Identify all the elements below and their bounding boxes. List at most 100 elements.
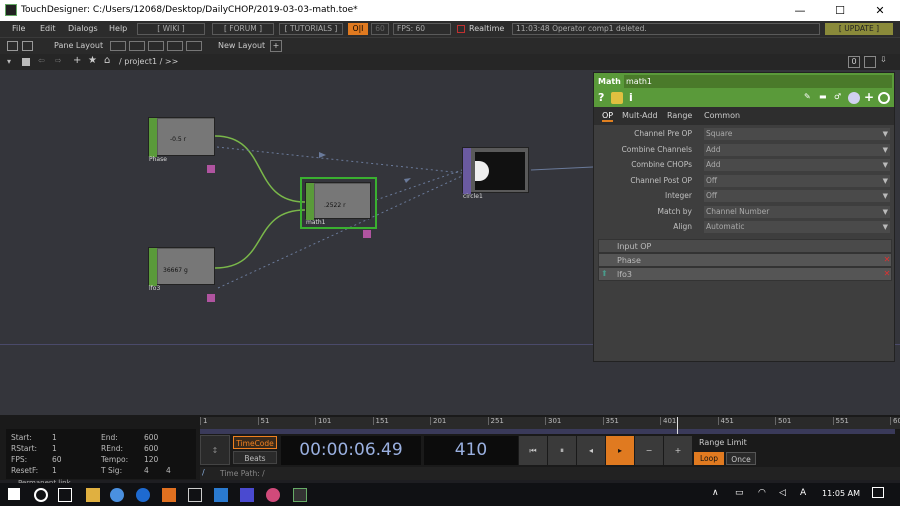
time-display[interactable]: 00:00:06.49 — [281, 436, 421, 465]
start-value[interactable]: 1 — [52, 433, 57, 442]
once-button[interactable]: Once — [726, 452, 756, 465]
pane-menu-icon[interactable]: ⇩ — [880, 55, 887, 64]
param-dropdown[interactable]: Channel Number ▼ — [704, 205, 890, 218]
app-icon[interactable] — [136, 488, 150, 502]
network-path[interactable]: / project1 / >> — [119, 57, 178, 66]
layout-quad-icon[interactable] — [167, 41, 183, 51]
qt-icon[interactable] — [240, 488, 254, 502]
pause-button[interactable]: ⏸ — [548, 436, 576, 465]
clock[interactable]: 11:05 AM — [822, 489, 860, 498]
playhead[interactable] — [677, 417, 678, 434]
stop-icon[interactable] — [22, 58, 30, 66]
timeline-range-bar[interactable] — [200, 429, 895, 434]
menu-edit[interactable]: Edit — [40, 24, 56, 33]
target-icon[interactable] — [878, 92, 890, 104]
add-param-icon[interactable]: + — [864, 90, 874, 104]
windows-start-icon[interactable] — [8, 488, 20, 500]
touchdesigner-taskbar-icon[interactable] — [293, 488, 307, 502]
rewind-button[interactable]: ⏮ — [519, 436, 547, 465]
math1-viewer-flag[interactable] — [363, 230, 371, 238]
task-view-icon[interactable] — [58, 488, 72, 502]
loop-button[interactable]: Loop — [694, 452, 724, 465]
home-icon[interactable]: ⌂ — [104, 55, 110, 66]
fps-value[interactable]: 60 — [52, 455, 62, 464]
tab-range[interactable]: Range — [667, 111, 692, 120]
fps-target-field[interactable]: 60 — [371, 23, 389, 35]
star-icon[interactable]: ★ — [88, 55, 97, 66]
tsig-numerator[interactable]: 4 — [144, 466, 149, 475]
file-explorer-icon[interactable] — [86, 488, 100, 502]
edit-icon[interactable]: ✎ — [804, 92, 811, 101]
beats-button[interactable]: Beats — [233, 451, 277, 464]
zero-button[interactable]: 0 — [848, 56, 860, 68]
vscode-icon[interactable] — [214, 488, 228, 502]
frame-display[interactable]: 410 — [424, 436, 518, 465]
input-op-lfo3[interactable]: lfo3 — [617, 270, 632, 279]
help-icon[interactable]: ? — [598, 91, 604, 104]
phase-viewer-flag[interactable] — [207, 165, 215, 173]
step-back-button[interactable]: − — [635, 436, 663, 465]
back-icon[interactable]: ⇦ — [38, 56, 45, 65]
tray-chevron-icon[interactable]: ∧ — [712, 488, 719, 498]
tab-op[interactable]: OP — [602, 111, 614, 122]
drag-up-icon[interactable]: ⬆ — [601, 269, 608, 278]
step-forward-button[interactable]: + — [664, 436, 692, 465]
play-forward-button[interactable]: ▸ — [606, 436, 634, 465]
pane-icon[interactable] — [7, 41, 18, 51]
add-icon[interactable]: + — [73, 55, 81, 66]
remove-phase-icon[interactable]: ✕ — [882, 255, 892, 266]
layout-split-v-icon[interactable] — [148, 41, 164, 51]
input-op-phase[interactable]: Phase — [617, 256, 641, 265]
param-dropdown[interactable]: Square ▼ — [704, 128, 890, 140]
tag-icon[interactable]: ♂ — [834, 92, 841, 101]
tab-common[interactable]: Common — [704, 111, 740, 120]
math1-node[interactable]: .2522 r — [305, 182, 371, 220]
language-tray-icon[interactable]: A — [800, 488, 806, 498]
forum-button[interactable]: [ FORUM ] — [212, 23, 274, 35]
remove-lfo3-icon[interactable]: ✕ — [882, 269, 892, 280]
lfo3-node[interactable]: 36667 g — [148, 247, 215, 286]
realtime-checkbox[interactable] — [457, 25, 465, 33]
layout-split-h-icon[interactable] — [129, 41, 145, 51]
tutorials-button[interactable]: [ TUTORIALS ] — [279, 23, 343, 35]
menu-help[interactable]: Help — [109, 24, 127, 33]
resetf-value[interactable]: 1 — [52, 466, 57, 475]
wiki-button[interactable]: [ WIKI ] — [137, 23, 205, 35]
rend-value[interactable]: 600 — [144, 444, 158, 453]
battery-icon[interactable]: ▭ — [735, 488, 744, 498]
split-icon[interactable] — [22, 41, 33, 51]
volume-icon[interactable]: ◁ — [779, 488, 786, 498]
comment-icon[interactable]: ▬ — [819, 92, 827, 101]
python-icon[interactable] — [611, 92, 623, 104]
update-button[interactable]: [ UPDATE ] — [825, 23, 893, 35]
paint-icon[interactable] — [266, 488, 280, 502]
play-reverse-button[interactable]: ◂ — [577, 436, 605, 465]
param-dropdown[interactable]: Automatic ▼ — [704, 221, 890, 233]
op-name-field[interactable]: math1 — [624, 75, 892, 88]
rstart-value[interactable]: 1 — [52, 444, 57, 453]
timeline-ruler[interactable]: 151101151201251301351401451501551600 — [200, 417, 900, 429]
close-button[interactable]: ✕ — [860, 0, 900, 21]
pane-maximize-icon[interactable] — [864, 56, 876, 68]
maximize-button[interactable]: ☐ — [820, 0, 860, 21]
language-icon[interactable] — [848, 92, 860, 104]
minimize-button[interactable]: — — [780, 0, 820, 21]
chrome-icon[interactable] — [110, 488, 124, 502]
phase-node[interactable]: -0.5 r — [148, 117, 215, 157]
param-dropdown[interactable]: Off ▼ — [704, 174, 890, 187]
circle1-node[interactable] — [462, 147, 529, 194]
add-layout-button[interactable]: + — [270, 40, 282, 52]
param-dropdown[interactable]: Add ▼ — [704, 159, 890, 171]
tab-mult-add[interactable]: Mult-Add — [622, 111, 658, 120]
lfo3-viewer-flag[interactable] — [207, 294, 215, 302]
wifi-icon[interactable]: ◠ — [758, 488, 766, 498]
layout-triple-icon[interactable] — [186, 41, 202, 51]
tsig-denominator[interactable]: 4 — [166, 466, 171, 475]
search-icon[interactable] — [34, 488, 48, 502]
forward-icon[interactable]: ⇨ — [55, 56, 62, 65]
notifications-icon[interactable] — [872, 487, 884, 498]
terminal-icon[interactable] — [188, 488, 202, 502]
end-value[interactable]: 600 — [144, 433, 158, 442]
menu-file[interactable]: File — [12, 24, 25, 33]
menu-dialogs[interactable]: Dialogs — [68, 24, 98, 33]
